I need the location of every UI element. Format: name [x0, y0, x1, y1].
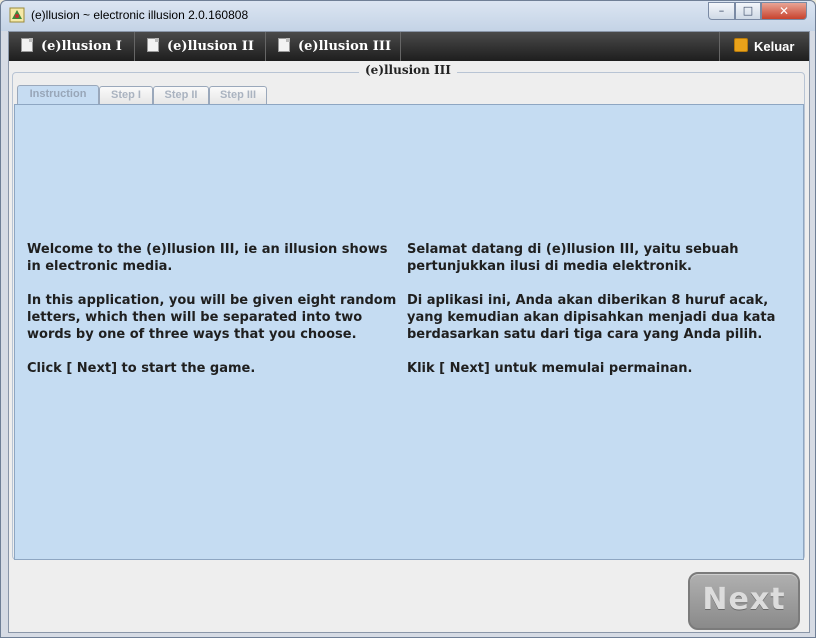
menu-label: (e)llusion III: [298, 39, 392, 54]
instruction-panel: Welcome to the (e)llusion III, ie an ill…: [14, 104, 804, 560]
group-title: (e)llusion III: [359, 63, 457, 77]
minimize-icon: –: [718, 4, 725, 17]
exit-icon: [734, 38, 748, 52]
close-icon: ✕: [778, 4, 790, 18]
next-button[interactable]: Next: [688, 572, 800, 630]
exit-button[interactable]: Keluar: [719, 32, 809, 61]
menu-ellusion-2[interactable]: (e)llusion II: [135, 32, 266, 61]
menu-ellusion-3[interactable]: (e)llusion III: [266, 32, 401, 61]
tab-step-3[interactable]: Step III: [209, 86, 267, 104]
title-bar[interactable]: (e)llusion ~ electronic illusion 2.0.160…: [1, 1, 815, 31]
rules-text-en: In this application, you will be given e…: [27, 293, 397, 342]
start-hint-en: Click [ Next] to start the game.: [27, 361, 256, 376]
document-icon: [21, 38, 33, 52]
welcome-text-en: Welcome to the (e)llusion III, ie an ill…: [27, 242, 388, 274]
menu-label: (e)llusion II: [167, 39, 254, 54]
tab-step-1[interactable]: Step I: [99, 86, 153, 104]
maximize-button[interactable]: □: [735, 2, 761, 20]
tab-step-2[interactable]: Step II: [153, 86, 209, 104]
tab-instruction[interactable]: Instruction: [17, 85, 99, 105]
exit-label: Keluar: [754, 39, 795, 54]
document-icon: [147, 38, 159, 52]
start-hint-id: Klik [ Next] untuk memulai permainan.: [407, 361, 693, 376]
window-title: (e)llusion ~ electronic illusion 2.0.160…: [31, 8, 249, 22]
minimize-button[interactable]: –: [708, 2, 735, 20]
welcome-text-id: Selamat datang di (e)llusion III, yaitu …: [407, 242, 739, 274]
close-button[interactable]: ✕: [761, 2, 807, 20]
menu-bar: (e)llusion I (e)llusion II (e)llusion II…: [9, 32, 809, 61]
rules-text-id: Di aplikasi ini, Anda akan diberikan 8 h…: [407, 293, 776, 342]
menu-ellusion-1[interactable]: (e)llusion I: [9, 32, 135, 61]
client-area: (e)llusion I (e)llusion II (e)llusion II…: [8, 31, 810, 633]
menu-label: (e)llusion I: [41, 39, 122, 54]
app-window: (e)llusion ~ electronic illusion 2.0.160…: [0, 0, 816, 638]
app-icon: [9, 7, 25, 23]
document-icon: [278, 38, 290, 52]
instructions-english: Welcome to the (e)llusion III, ie an ill…: [27, 241, 397, 394]
instructions-indonesian: Selamat datang di (e)llusion III, yaitu …: [407, 241, 777, 394]
maximize-icon: □: [742, 4, 754, 17]
